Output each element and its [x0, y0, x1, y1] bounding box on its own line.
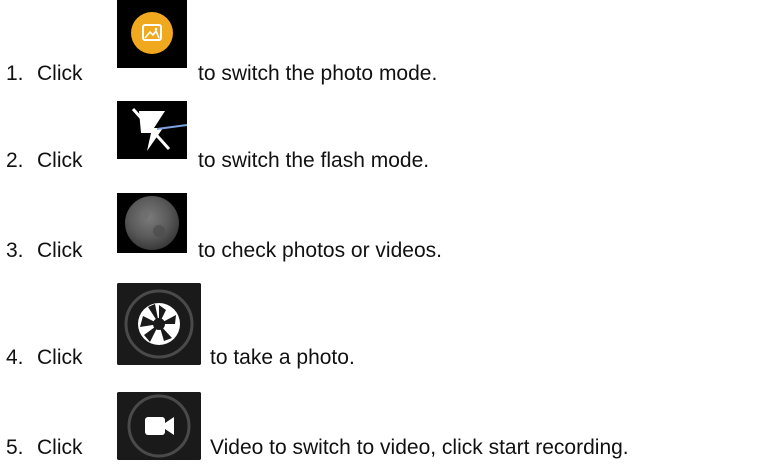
gallery-thumbnail-icon — [117, 193, 187, 253]
step-description: Video to switch to video, click start re… — [210, 436, 629, 459]
step-description: to check photos or videos. — [198, 239, 442, 262]
video-camera-icon — [117, 392, 201, 460]
step-number: 3. — [6, 239, 24, 262]
flash-off-icon — [117, 101, 187, 159]
step-click-label: Click — [37, 149, 83, 172]
step-click-label: Click — [37, 62, 83, 85]
step-click-label: Click — [37, 239, 83, 262]
step-description: to switch the flash mode. — [198, 149, 430, 172]
step-description: to switch the photo mode. — [198, 62, 438, 85]
step-click-label: Click — [37, 346, 83, 369]
step-description: to take a photo. — [210, 346, 355, 369]
shutter-icon — [117, 283, 201, 365]
step-click-label: Click — [37, 436, 83, 459]
step-number: 2. — [6, 149, 24, 172]
step-number: 4. — [6, 346, 24, 369]
step-number: 1. — [6, 62, 24, 85]
step-number: 5. — [6, 436, 24, 459]
photo-mode-icon — [117, 0, 187, 68]
